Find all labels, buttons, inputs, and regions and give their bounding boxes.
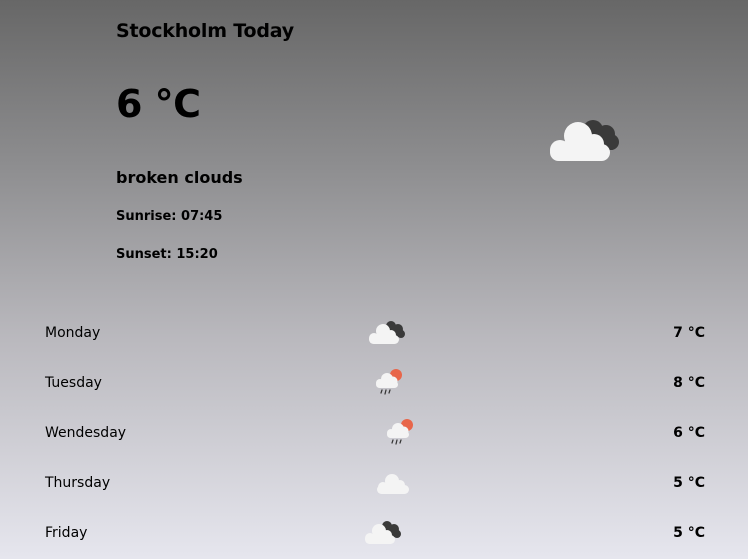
forecast-temperature: 7 °C bbox=[673, 325, 705, 341]
forecast-temperature: 5 °C bbox=[673, 525, 705, 541]
forecast-day: Wendesday bbox=[45, 425, 127, 441]
broken-clouds-icon bbox=[369, 321, 405, 344]
current-temperature: 6 °C bbox=[116, 82, 201, 126]
forecast-day: Thursday bbox=[45, 475, 111, 491]
forecast-row-wednesday: Wendesday 6 °C bbox=[45, 408, 705, 458]
forecast-temperature: 5 °C bbox=[673, 475, 705, 491]
forecast-temperature: 6 °C bbox=[673, 425, 705, 441]
weather-description: broken clouds bbox=[116, 168, 243, 187]
cloud-icon bbox=[377, 474, 409, 494]
forecast-row-friday: Friday 5 °C bbox=[45, 508, 705, 558]
city-title: Stockholm Today bbox=[116, 20, 294, 42]
forecast-temperature: 8 °C bbox=[673, 375, 705, 391]
forecast-day: Friday bbox=[45, 525, 88, 541]
forecast-row-thursday: Thursday 5 °C bbox=[45, 458, 705, 508]
rain-sun-icon bbox=[376, 369, 402, 395]
broken-clouds-icon bbox=[550, 120, 619, 161]
forecast-row-monday: Monday 7 °C bbox=[45, 308, 705, 358]
forecast-day: Monday bbox=[45, 325, 101, 341]
broken-clouds-icon bbox=[365, 521, 401, 544]
rain-sun-icon bbox=[387, 419, 413, 445]
forecast-day: Tuesday bbox=[45, 375, 102, 391]
sunrise-time: Sunrise: 07:45 bbox=[116, 209, 223, 224]
forecast-row-tuesday: Tuesday 8 °C bbox=[45, 358, 705, 408]
sunset-time: Sunset: 15:20 bbox=[116, 247, 218, 262]
forecast-list: Monday 7 °C Tuesday 8 °C Wendesday 6 °C … bbox=[45, 308, 705, 558]
